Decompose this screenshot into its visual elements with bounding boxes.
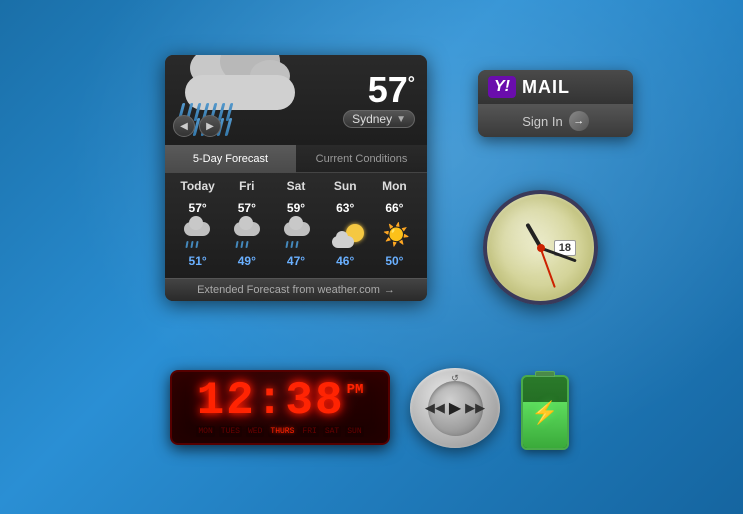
weather-icon-3 — [332, 221, 364, 249]
day-sat: SAT — [323, 426, 341, 437]
battery-tip — [535, 371, 555, 377]
next-arrow-button[interactable]: ▶ — [199, 115, 221, 137]
yahoo-mail-label: MAIL — [522, 77, 570, 98]
analog-clock-widget: 18 — [483, 190, 598, 305]
forecast-table: Today Fri Sat Sun Mon 57° 57° — [165, 173, 427, 278]
next-button[interactable]: ▶▶ — [465, 400, 485, 416]
battery-widget: ⚡ — [515, 365, 575, 450]
playback-controls: ◀◀ ▶ ▶▶ — [425, 398, 485, 418]
weather-top: 57° Sydney ▼ ◀ ▶ — [165, 55, 427, 145]
weather-icon-0 — [182, 221, 214, 249]
forecast-highs-row: 57° 57° 59° 63° 66° — [173, 199, 419, 217]
temperature-value: 57° — [343, 72, 415, 108]
cloud-rain-graphic — [165, 55, 325, 155]
media-player-widget: ↺ ◀◀ ▶ ▶▶ — [410, 368, 500, 448]
weather-icon-1 — [232, 221, 264, 249]
digital-ampm: PM — [347, 382, 364, 398]
day-indicators: MON TUES WED THURS FRI SAT SUN — [196, 426, 363, 437]
forecast-col-2: Sat — [271, 177, 320, 195]
digital-clock-widget: 12:38 PM MON TUES WED THURS FRI SAT SUN — [170, 370, 390, 445]
day-fri: FRI — [300, 426, 318, 437]
external-link-icon: → — [384, 284, 395, 296]
prev-button[interactable]: ◀◀ — [425, 400, 445, 416]
day-thurs: THURS — [268, 426, 296, 437]
forecast-col-4: Mon — [370, 177, 419, 195]
prev-arrow-button[interactable]: ◀ — [173, 115, 195, 137]
player-body: ↺ ◀◀ ▶ ▶▶ — [410, 368, 500, 448]
temperature-display: 57° Sydney ▼ — [343, 72, 415, 128]
yahoo-logo: Y! — [488, 76, 516, 98]
forecast-icons-row: ☀️ — [173, 221, 419, 249]
forecast-days-row: Today Fri Sat Sun Mon — [173, 177, 419, 195]
weather-icon-2 — [282, 221, 314, 249]
weather-icon-4: ☀️ — [382, 221, 409, 249]
clock-face: 18 — [483, 190, 598, 305]
forecast-lows-row: 51° 49° 47° 46° 50° — [173, 252, 419, 270]
city-selector[interactable]: Sydney ▼ — [343, 110, 415, 128]
signin-label: Sign In — [522, 114, 562, 129]
player-controls-area: ◀◀ ▶ ▶▶ — [428, 381, 483, 436]
play-button[interactable]: ▶ — [449, 398, 461, 418]
digital-time-display: 12:38 PM — [197, 378, 364, 424]
signin-arrow-icon: → — [569, 111, 589, 131]
yahoo-signin-button[interactable]: Sign In → — [478, 105, 633, 137]
battery-body: ⚡ — [521, 375, 569, 450]
battery-charging-icon: ⚡ — [531, 400, 558, 426]
day-tues: TUES — [219, 426, 242, 437]
cloud-body — [175, 55, 305, 110]
player-top-icon[interactable]: ↺ — [451, 373, 459, 384]
yahoo-mail-header: Y! MAIL — [478, 70, 633, 105]
chevron-down-icon: ▼ — [396, 114, 406, 125]
forecast-col-1: Fri — [222, 177, 271, 195]
digital-time-value: 12:38 — [197, 378, 345, 424]
day-mon: MON — [196, 426, 214, 437]
weather-widget: 57° Sydney ▼ ◀ ▶ 5-Day Forecast Current … — [165, 55, 427, 301]
yahoo-mail-widget: Y! MAIL Sign In → — [478, 70, 633, 137]
extended-forecast-link[interactable]: Extended Forecast from weather.com → — [165, 278, 427, 301]
navigation-arrows: ◀ ▶ — [173, 115, 221, 137]
forecast-col-3: Sun — [321, 177, 370, 195]
forecast-col-0: Today — [173, 177, 222, 195]
day-wed: WED — [246, 426, 264, 437]
clock-center-dot — [537, 244, 545, 252]
day-sun: SUN — [345, 426, 363, 437]
